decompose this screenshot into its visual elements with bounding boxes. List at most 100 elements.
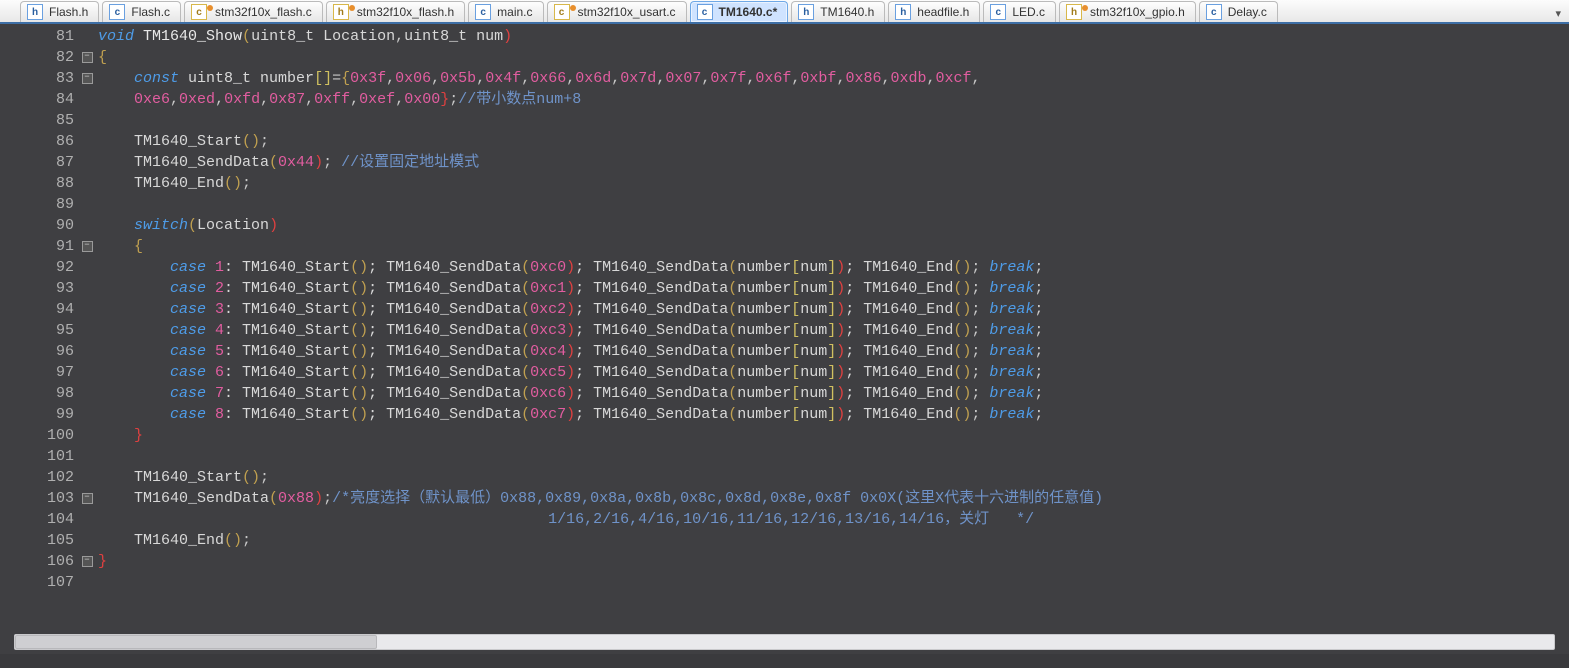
fold-cell[interactable]: [80, 194, 94, 215]
tab-stm32f10x-flash-h[interactable]: hstm32f10x_flash.h: [326, 1, 465, 22]
fold-column[interactable]: − − − − −: [80, 24, 94, 654]
code-line[interactable]: const uint8_t number[]={0x3f,0x06,0x5b,0…: [98, 68, 1569, 89]
code-token: (): [350, 343, 368, 360]
tab-stm32f10x-usart-c[interactable]: cstm32f10x_usart.c: [547, 1, 687, 22]
fold-cell[interactable]: [80, 425, 94, 446]
code-line[interactable]: 1/16,2/16,4/16,10/16,11/16,12/16,13/16,1…: [98, 509, 1569, 530]
code-line[interactable]: TM1640_Start();: [98, 131, 1569, 152]
code-token: const: [134, 70, 188, 87]
code-line[interactable]: TM1640_Start();: [98, 467, 1569, 488]
code-token: break: [989, 406, 1034, 423]
code-token: break: [989, 280, 1034, 297]
code-line[interactable]: [98, 446, 1569, 467]
code-line[interactable]: [98, 572, 1569, 593]
code-line[interactable]: void TM1640_Show(uint8_t Location,uint8_…: [98, 26, 1569, 47]
fold-cell[interactable]: [80, 173, 94, 194]
tab-flash-h[interactable]: hFlash.h: [20, 1, 99, 22]
code-token: (): [224, 532, 242, 549]
tabs-overflow-button[interactable]: ▾: [1551, 5, 1565, 22]
fold-cell[interactable]: [80, 89, 94, 110]
fold-cell[interactable]: [80, 341, 94, 362]
code-line[interactable]: switch(Location): [98, 215, 1569, 236]
tab-stm32f10x-flash-c[interactable]: cstm32f10x_flash.c: [184, 1, 323, 22]
c-file-icon: c: [475, 4, 491, 20]
fold-cell[interactable]: −: [80, 488, 94, 509]
code-token: [: [791, 343, 800, 360]
fold-cell[interactable]: [80, 110, 94, 131]
horizontal-scrollbar[interactable]: [14, 634, 1555, 650]
code-line[interactable]: }: [98, 551, 1569, 572]
code-line[interactable]: case 5: TM1640_Start(); TM1640_SendData(…: [98, 341, 1569, 362]
fold-cell[interactable]: [80, 509, 94, 530]
fold-cell[interactable]: −: [80, 551, 94, 572]
fold-cell[interactable]: [80, 278, 94, 299]
code-line[interactable]: case 4: TM1640_Start(); TM1640_SendData(…: [98, 320, 1569, 341]
tab-headfile-h[interactable]: hheadfile.h: [888, 1, 980, 22]
fold-toggle-icon[interactable]: −: [82, 493, 93, 504]
code-line[interactable]: case 8: TM1640_Start(); TM1640_SendData(…: [98, 404, 1569, 425]
fold-cell[interactable]: −: [80, 47, 94, 68]
code-token: ): [503, 28, 512, 45]
code-line[interactable]: case 1: TM1640_Start(); TM1640_SendData(…: [98, 257, 1569, 278]
fold-cell[interactable]: [80, 152, 94, 173]
code-token: num: [800, 385, 827, 402]
code-line[interactable]: {: [98, 47, 1569, 68]
fold-cell[interactable]: [80, 404, 94, 425]
fold-toggle-icon[interactable]: −: [82, 73, 93, 84]
tab-tm1640-c-[interactable]: cTM1640.c*: [690, 1, 789, 22]
code-line[interactable]: TM1640_End();: [98, 173, 1569, 194]
code-line[interactable]: case 7: TM1640_Start(); TM1640_SendData(…: [98, 383, 1569, 404]
code-token: num: [800, 280, 827, 297]
code-token: 2: [215, 280, 224, 297]
code-line[interactable]: TM1640_SendData(0x44); //设置固定地址模式: [98, 152, 1569, 173]
code-token: [98, 364, 170, 381]
fold-cell[interactable]: [80, 383, 94, 404]
fold-cell[interactable]: [80, 467, 94, 488]
code-editor[interactable]: 8182838485868788899091929394959697989910…: [0, 24, 1569, 654]
fold-cell[interactable]: −: [80, 68, 94, 89]
code-line[interactable]: [98, 194, 1569, 215]
tab-delay-c[interactable]: cDelay.c: [1199, 1, 1278, 22]
code-token: 0xef: [359, 91, 395, 108]
code-token: (): [953, 364, 971, 381]
code-line[interactable]: 0xe6,0xed,0xfd,0x87,0xff,0xef,0x00};//带小…: [98, 89, 1569, 110]
code-token: ; TM1640_End: [845, 343, 953, 360]
fold-cell[interactable]: [80, 446, 94, 467]
code-token: 0xdb: [890, 70, 926, 87]
fold-cell[interactable]: [80, 362, 94, 383]
code-token: num: [800, 364, 827, 381]
code-line[interactable]: TM1640_SendData(0x88);/*亮度选择（默认最低）0x88,0…: [98, 488, 1569, 509]
code-line[interactable]: [98, 110, 1569, 131]
code-token: ): [566, 259, 575, 276]
scrollbar-thumb[interactable]: [15, 635, 377, 649]
code-line[interactable]: TM1640_End();: [98, 530, 1569, 551]
fold-cell[interactable]: [80, 320, 94, 341]
code-line[interactable]: {: [98, 236, 1569, 257]
fold-toggle-icon[interactable]: −: [82, 241, 93, 252]
fold-cell[interactable]: [80, 299, 94, 320]
code-line[interactable]: }: [98, 425, 1569, 446]
fold-cell[interactable]: [80, 131, 94, 152]
fold-toggle-icon[interactable]: −: [82, 556, 93, 567]
fold-toggle-icon[interactable]: −: [82, 52, 93, 63]
line-number: 93: [0, 278, 74, 299]
code-token: ,: [431, 70, 440, 87]
fold-cell[interactable]: [80, 26, 94, 47]
fold-cell[interactable]: [80, 572, 94, 593]
code-token: ;: [242, 175, 251, 192]
tab-flash-c[interactable]: cFlash.c: [102, 1, 181, 22]
code-line[interactable]: case 2: TM1640_Start(); TM1640_SendData(…: [98, 278, 1569, 299]
code-area[interactable]: void TM1640_Show(uint8_t Location,uint8_…: [94, 24, 1569, 654]
code-line[interactable]: case 3: TM1640_Start(); TM1640_SendData(…: [98, 299, 1569, 320]
tab-stm32f10x-gpio-h[interactable]: hstm32f10x_gpio.h: [1059, 1, 1196, 22]
fold-cell[interactable]: −: [80, 236, 94, 257]
fold-cell[interactable]: [80, 530, 94, 551]
code-token: ): [836, 385, 845, 402]
tab-main-c[interactable]: cmain.c: [468, 1, 543, 22]
fold-cell[interactable]: [80, 257, 94, 278]
fold-cell[interactable]: [80, 215, 94, 236]
tab-tm1640-h[interactable]: hTM1640.h: [791, 1, 885, 22]
tab-led-c[interactable]: cLED.c: [983, 1, 1056, 22]
code-line[interactable]: case 6: TM1640_Start(); TM1640_SendData(…: [98, 362, 1569, 383]
code-token: ; TM1640_SendData: [575, 364, 728, 381]
